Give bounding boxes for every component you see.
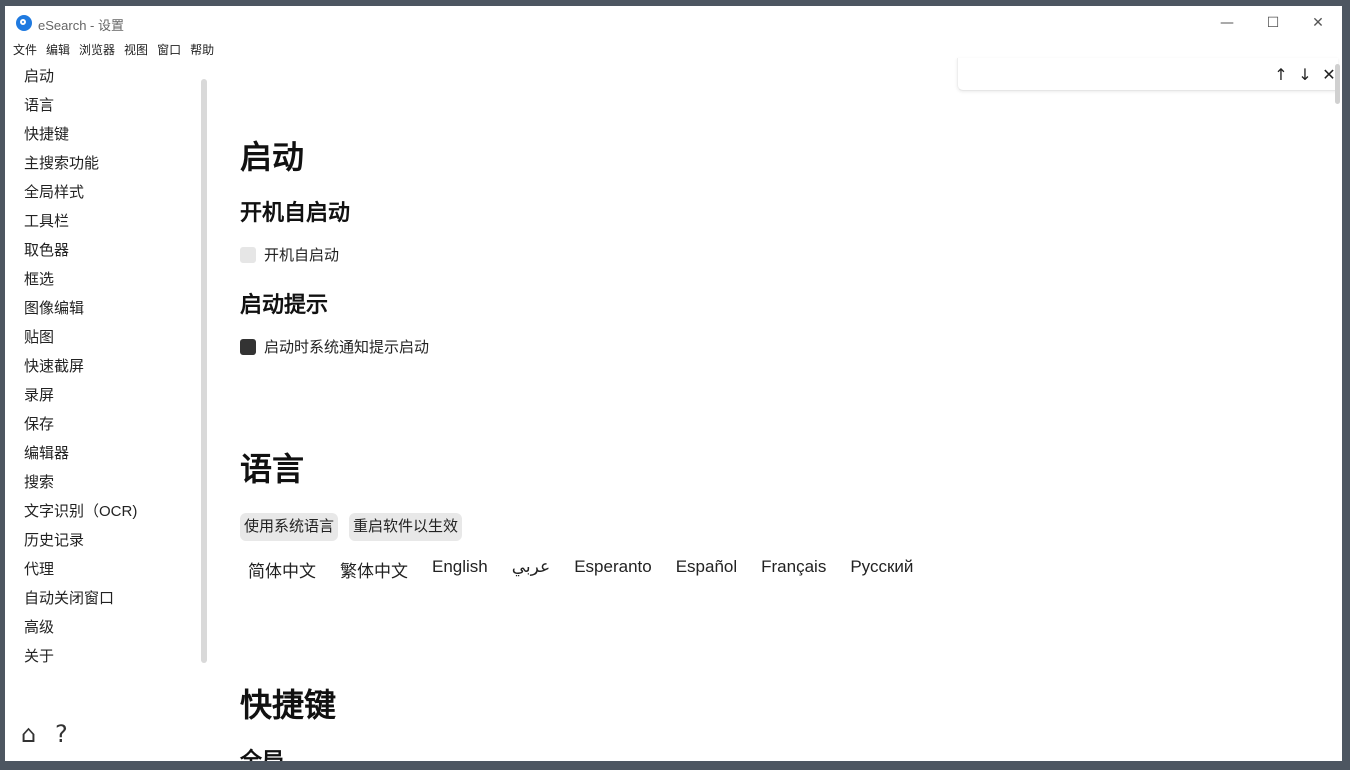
sidebar-item-ocr[interactable]: 文字识别（OCR) xyxy=(24,500,137,521)
minimize-button[interactable]: — xyxy=(1213,11,1241,35)
section-title-shortcuts: 快捷键 xyxy=(240,687,337,723)
autostart-label: 开机自启动 xyxy=(264,247,340,264)
menu-view[interactable]: 视图 xyxy=(124,41,148,59)
sidebar-item-shortcuts[interactable]: 快捷键 xyxy=(24,123,69,144)
sidebar-item-language[interactable]: 语言 xyxy=(24,94,54,115)
menu-browser[interactable]: 浏览器 xyxy=(79,41,115,59)
use-system-language-button[interactable]: 使用系统语言 xyxy=(240,513,339,541)
sidebar-item-quick-screenshot[interactable]: 快速截屏 xyxy=(24,355,84,376)
find-previous-button[interactable]: ↑ xyxy=(1271,65,1291,85)
section-title-language: 语言 xyxy=(240,451,305,487)
language-option[interactable]: Esperanto xyxy=(574,557,652,582)
main-scrollbar[interactable] xyxy=(1335,64,1340,104)
restart-to-apply-button[interactable]: 重启软件以生效 xyxy=(349,513,463,541)
sidebar-item-auto-close[interactable]: 自动关闭窗口 xyxy=(24,587,114,608)
find-next-button[interactable]: ↓ xyxy=(1295,65,1315,85)
menu-file[interactable]: 文件 xyxy=(13,41,37,59)
startup-tip-checkbox[interactable] xyxy=(240,338,256,355)
sidebar-item-history[interactable]: 历史记录 xyxy=(24,529,84,550)
home-icon[interactable]: ⌂ xyxy=(21,720,36,748)
menu-window[interactable]: 窗口 xyxy=(157,41,181,59)
window-title: eSearch - 设置 xyxy=(38,18,124,33)
sidebar-item-global-style[interactable]: 全局样式 xyxy=(24,181,84,202)
language-options: 简体中文 繁体中文 English عربي Esperanto Español… xyxy=(248,557,937,582)
sidebar-item-search[interactable]: 搜索 xyxy=(24,471,54,492)
menu-help[interactable]: 帮助 xyxy=(190,41,214,59)
sidebar-item-toolbar[interactable]: 工具栏 xyxy=(24,210,69,231)
settings-window: eSearch - 设置 — ☐ ✕ 文件 编辑 浏览器 视图 窗口 帮助 启动… xyxy=(5,6,1342,761)
startup-tip-checkbox-row[interactable]: 启动时系统通知提示启动 xyxy=(240,336,429,357)
sidebar-item-about[interactable]: 关于 xyxy=(24,645,54,666)
autostart-checkbox[interactable] xyxy=(240,246,256,263)
heading-startup-tip: 启动提示 xyxy=(240,292,329,317)
menu-edit[interactable]: 编辑 xyxy=(46,41,70,59)
sidebar-item-color-picker[interactable]: 取色器 xyxy=(24,239,69,260)
maximize-button[interactable]: ☐ xyxy=(1259,11,1287,35)
app-logo-icon xyxy=(16,15,32,31)
language-option[interactable]: 简体中文 xyxy=(248,557,316,582)
sidebar-item-save[interactable]: 保存 xyxy=(24,413,54,434)
startup-tip-label: 启动时系统通知提示启动 xyxy=(264,339,430,356)
sidebar-item-editor[interactable]: 编辑器 xyxy=(24,442,69,463)
language-option[interactable]: 繁体中文 xyxy=(340,557,408,582)
heading-global-shortcuts: 全局 xyxy=(240,748,285,761)
sidebar-item-pin[interactable]: 贴图 xyxy=(24,326,54,347)
sidebar-item-recording[interactable]: 录屏 xyxy=(24,384,54,405)
sidebar-item-main-search[interactable]: 主搜索功能 xyxy=(24,152,99,173)
find-bar: ↑ ↓ ✕ xyxy=(957,58,1338,91)
language-option[interactable]: Français xyxy=(761,557,826,582)
sidebar-item-proxy[interactable]: 代理 xyxy=(24,558,54,579)
menu-bar: 文件 编辑 浏览器 视图 窗口 帮助 xyxy=(13,41,223,59)
sidebar-item-image-edit[interactable]: 图像编辑 xyxy=(24,297,84,318)
section-title-startup: 启动 xyxy=(240,139,305,175)
settings-sidebar: 启动 语言 快捷键 主搜索功能 全局样式 工具栏 取色器 框选 图像编辑 贴图 … xyxy=(5,62,205,672)
language-option[interactable]: عربي xyxy=(512,557,550,582)
sidebar-item-selection[interactable]: 框选 xyxy=(24,268,54,289)
language-option[interactable]: Русский xyxy=(850,557,913,582)
help-icon[interactable]: ? xyxy=(55,720,68,748)
close-button[interactable]: ✕ xyxy=(1304,11,1332,35)
language-option[interactable]: Español xyxy=(676,557,737,582)
sidebar-item-startup[interactable]: 启动 xyxy=(24,65,54,86)
sidebar-scrollbar[interactable] xyxy=(201,79,207,663)
language-option[interactable]: English xyxy=(432,557,488,582)
autostart-checkbox-row[interactable]: 开机自启动 xyxy=(240,244,339,265)
heading-autostart: 开机自启动 xyxy=(240,200,351,225)
title-bar: eSearch - 设置 — ☐ ✕ xyxy=(5,6,1342,40)
sidebar-item-advanced[interactable]: 高级 xyxy=(24,616,54,637)
